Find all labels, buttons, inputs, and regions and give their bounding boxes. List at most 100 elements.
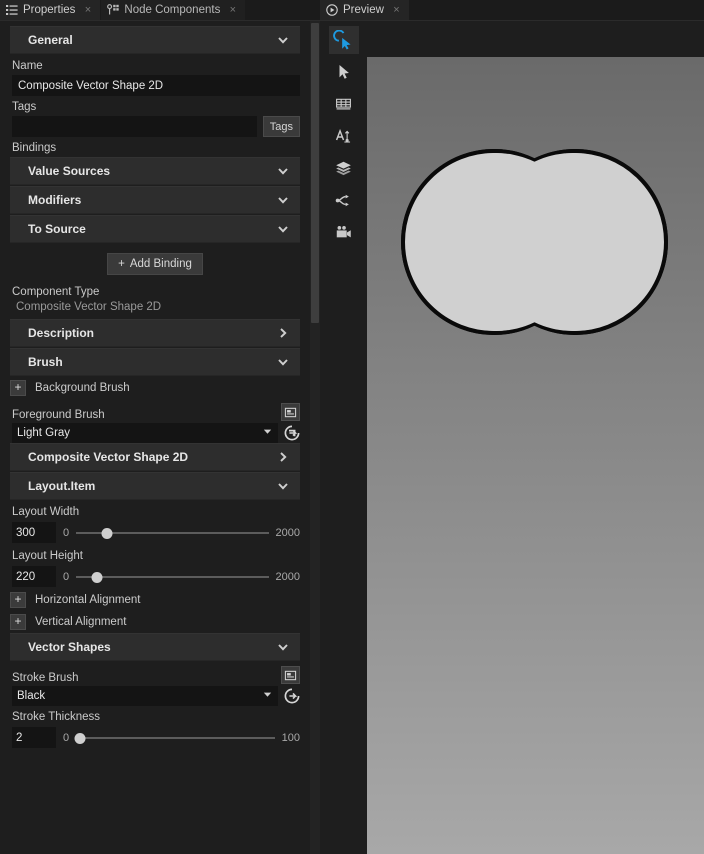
- layout-height-input[interactable]: 220: [12, 566, 56, 587]
- layout-height-slider[interactable]: [76, 570, 269, 584]
- tags-label: Tags: [12, 101, 37, 113]
- play-circle-icon: [326, 4, 338, 16]
- component-type-label: Component Type: [12, 286, 100, 298]
- expand-plus-icon[interactable]: +: [10, 592, 26, 608]
- grid-tool[interactable]: [329, 90, 359, 118]
- list-icon: [6, 4, 18, 16]
- layout-height-max: 2000: [275, 570, 300, 583]
- section-composite-vector-shape-2d-label: Composite Vector Shape 2D: [28, 450, 189, 464]
- slider-knob[interactable]: [74, 732, 86, 744]
- layers-tool[interactable]: [329, 154, 359, 182]
- slider-knob[interactable]: [101, 527, 113, 539]
- add-binding-button[interactable]: + Add Binding: [107, 253, 203, 275]
- foreground-brush-row: Light Gray: [0, 423, 310, 443]
- stroke-thickness-max: 100: [281, 731, 300, 744]
- chevron-down-icon: [276, 33, 290, 47]
- foreground-brush-header: Foreground Brush: [0, 399, 310, 423]
- section-modifiers-label: Modifiers: [28, 193, 82, 207]
- chevron-down-icon: [262, 426, 273, 440]
- chevron-down-icon: [276, 164, 290, 178]
- horizontal-alignment-label: Horizontal Alignment: [35, 594, 141, 606]
- section-brush[interactable]: Brush: [10, 348, 300, 376]
- section-to-source[interactable]: To Source: [10, 215, 300, 243]
- reset-icon[interactable]: [284, 688, 300, 704]
- section-modifiers[interactable]: Modifiers: [10, 186, 300, 214]
- foreground-brush-label: Foreground Brush: [12, 409, 105, 421]
- tab-node-components-label: Node Components: [124, 4, 221, 16]
- horizontal-alignment-row[interactable]: + Horizontal Alignment: [0, 589, 310, 611]
- select-tool[interactable]: [329, 58, 359, 86]
- properties-scroll-area: General Name Composite Vector Shape 2D T…: [0, 21, 320, 854]
- vertical-alignment-row[interactable]: + Vertical Alignment: [0, 611, 310, 633]
- foreground-brush-value: Light Gray: [17, 427, 71, 439]
- brush-editor-icon[interactable]: [281, 403, 300, 421]
- section-layout-item[interactable]: Layout.Item: [10, 472, 300, 500]
- close-icon[interactable]: ×: [227, 4, 238, 16]
- preview-canvas[interactable]: [367, 57, 704, 854]
- stroke-brush-row: Black: [0, 686, 310, 706]
- tab-node-components[interactable]: Node Components ×: [101, 0, 247, 20]
- tab-preview[interactable]: Preview ×: [320, 0, 410, 20]
- chevron-down-icon: [276, 193, 290, 207]
- layout-height-row: 220 0 2000: [0, 565, 310, 589]
- vertical-alignment-label: Vertical Alignment: [35, 616, 127, 628]
- slider-track: [76, 575, 269, 578]
- tab-properties-label: Properties: [23, 4, 76, 16]
- layout-width-min: 0: [63, 526, 70, 539]
- close-icon[interactable]: ×: [391, 4, 402, 16]
- preview-canvas-wrap: [367, 21, 704, 854]
- stroke-brush-label: Stroke Brush: [12, 672, 79, 684]
- brush-editor-icon[interactable]: [281, 666, 300, 684]
- expand-plus-icon[interactable]: +: [10, 380, 26, 396]
- tags-button[interactable]: Tags: [262, 116, 300, 137]
- tags-row: Tags: [0, 116, 310, 137]
- composite-vector-shape-render: [401, 149, 668, 335]
- layout-height-min: 0: [63, 570, 70, 583]
- stroke-brush-select[interactable]: Black: [12, 686, 278, 706]
- section-layout-item-label: Layout.Item: [28, 479, 96, 493]
- section-value-sources[interactable]: Value Sources: [10, 157, 300, 185]
- layout-width-label: Layout Width: [12, 506, 80, 518]
- section-description[interactable]: Description: [10, 319, 300, 347]
- reset-icon[interactable]: [284, 425, 300, 441]
- bindings-label: Bindings: [12, 142, 57, 154]
- stroke-thickness-slider[interactable]: [74, 731, 275, 745]
- expand-plus-icon[interactable]: +: [10, 614, 26, 630]
- background-brush-row[interactable]: + Background Brush: [0, 377, 310, 399]
- scrollbar-thumb[interactable]: [311, 23, 319, 323]
- name-input[interactable]: Composite Vector Shape 2D: [12, 75, 300, 96]
- camera-tool[interactable]: [329, 218, 359, 246]
- chevron-down-icon: [262, 689, 273, 703]
- layout-height-label: Layout Height: [12, 550, 83, 562]
- plus-icon: +: [118, 258, 125, 270]
- chevron-down-icon: [276, 355, 290, 369]
- slider-knob[interactable]: [91, 571, 103, 583]
- nodes-tool[interactable]: [329, 186, 359, 214]
- left-tab-bar: Properties × Node Components ×: [0, 0, 320, 21]
- layout-width-input[interactable]: 300: [12, 522, 56, 543]
- add-binding-label: Add Binding: [129, 258, 192, 270]
- stroke-brush-value: Black: [17, 690, 46, 702]
- name-label: Name: [12, 60, 43, 72]
- name-row: Composite Vector Shape 2D: [0, 75, 310, 96]
- section-vector-shapes[interactable]: Vector Shapes: [10, 633, 300, 661]
- section-composite-vector-shape-2d[interactable]: Composite Vector Shape 2D: [10, 443, 300, 471]
- stroke-thickness-min: 0: [63, 731, 70, 744]
- add-binding-row: + Add Binding: [0, 244, 310, 280]
- background-brush-label: Background Brush: [35, 382, 130, 394]
- foreground-brush-select[interactable]: Light Gray: [12, 423, 278, 443]
- slider-track: [76, 736, 275, 739]
- layout-width-slider[interactable]: [76, 526, 269, 540]
- section-general-label: General: [28, 33, 73, 47]
- stroke-thickness-input[interactable]: 2: [12, 727, 56, 748]
- layout-width-max: 2000: [275, 526, 300, 539]
- tags-input[interactable]: [12, 116, 257, 137]
- tab-properties[interactable]: Properties ×: [0, 0, 102, 20]
- preview-body: [320, 21, 704, 854]
- properties-scrollbar[interactable]: [310, 21, 320, 854]
- section-general[interactable]: General: [10, 26, 300, 54]
- stroke-brush-header: Stroke Brush: [0, 662, 310, 686]
- text-tool[interactable]: [329, 122, 359, 150]
- interact-tool[interactable]: [328, 26, 359, 54]
- close-icon[interactable]: ×: [82, 4, 93, 16]
